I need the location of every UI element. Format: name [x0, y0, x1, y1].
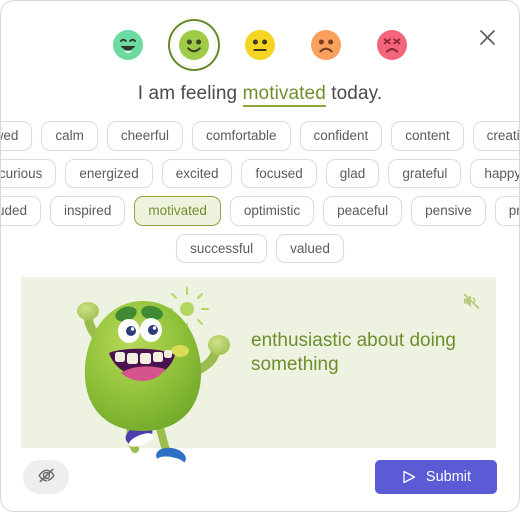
- chip-pensive[interactable]: pensive: [411, 196, 486, 226]
- chip-grateful[interactable]: grateful: [388, 158, 462, 188]
- definition-panel: enthusiastic about doing something: [21, 277, 496, 468]
- mood-option-neutral[interactable]: [238, 23, 282, 67]
- sentence-selected-word[interactable]: motivated: [242, 83, 326, 107]
- mood-option-happy[interactable]: [172, 23, 216, 67]
- speaker-muted-icon[interactable]: [460, 290, 482, 312]
- chip-excited[interactable]: excited: [161, 158, 233, 188]
- feeling-chip-list: awed calm cheerful comfortable confident…: [1, 121, 519, 263]
- chip-confident[interactable]: confident: [299, 121, 383, 151]
- footer-bar: Submit: [1, 459, 519, 495]
- chip-curious[interactable]: curious: [1, 158, 57, 188]
- upset-face-icon: [376, 29, 408, 61]
- mood-option-sad[interactable]: [304, 23, 348, 67]
- chip-row: awed calm cheerful comfortable confident…: [1, 121, 519, 151]
- chip-inspired[interactable]: inspired: [50, 196, 126, 226]
- chip-glad[interactable]: glad: [325, 158, 380, 188]
- mood-scale: [1, 1, 519, 69]
- mood-picker-window: I am feeling motivated today. awed calm …: [0, 0, 520, 512]
- sneaker-left: [125, 425, 154, 447]
- chip-optimistic[interactable]: optimistic: [229, 196, 315, 226]
- chip-awed[interactable]: awed: [1, 121, 33, 151]
- chip-peaceful[interactable]: peaceful: [323, 196, 403, 226]
- submit-button-label: Submit: [425, 469, 472, 485]
- mood-option-very-happy[interactable]: [106, 23, 150, 67]
- green-monster-illustration: [43, 273, 253, 473]
- mood-option-upset[interactable]: [370, 23, 414, 67]
- chip-row: included inspired motivated optimistic p…: [1, 196, 519, 226]
- sad-face-icon: [310, 29, 342, 61]
- chip-valued[interactable]: valued: [276, 233, 344, 263]
- chip-proud[interactable]: proud: [494, 196, 519, 226]
- chip-focused[interactable]: focused: [241, 158, 317, 188]
- chip-row: curious energized excited focused glad g…: [1, 158, 519, 188]
- chip-comfortable[interactable]: comfortable: [191, 121, 291, 151]
- happy-face-icon: [178, 29, 210, 61]
- close-icon: [479, 29, 496, 46]
- chip-energized[interactable]: energized: [65, 158, 153, 188]
- chip-row: successful valued: [23, 233, 497, 263]
- definition-text: enthusiastic about doing something: [251, 330, 456, 376]
- chip-happy[interactable]: happy: [470, 158, 519, 188]
- chip-calm[interactable]: calm: [41, 121, 98, 151]
- chip-included[interactable]: included: [1, 196, 42, 226]
- chip-successful[interactable]: successful: [176, 233, 268, 263]
- eye-off-icon: [37, 466, 56, 488]
- sparkle-icon: [165, 287, 209, 331]
- close-button[interactable]: [473, 23, 501, 51]
- send-icon: [401, 469, 417, 485]
- chip-content[interactable]: content: [391, 121, 464, 151]
- very-happy-face-icon: [112, 29, 144, 61]
- feeling-sentence: I am feeling motivated today.: [1, 83, 519, 107]
- submit-button[interactable]: Submit: [375, 460, 497, 494]
- sentence-suffix: today.: [325, 83, 383, 104]
- hide-answer-button[interactable]: [23, 460, 69, 494]
- neutral-face-icon: [244, 29, 276, 61]
- chip-creative[interactable]: creative: [472, 121, 519, 151]
- sentence-prefix: I am feeling: [137, 83, 243, 104]
- chip-motivated[interactable]: motivated: [134, 196, 221, 226]
- chip-cheerful[interactable]: cheerful: [106, 121, 183, 151]
